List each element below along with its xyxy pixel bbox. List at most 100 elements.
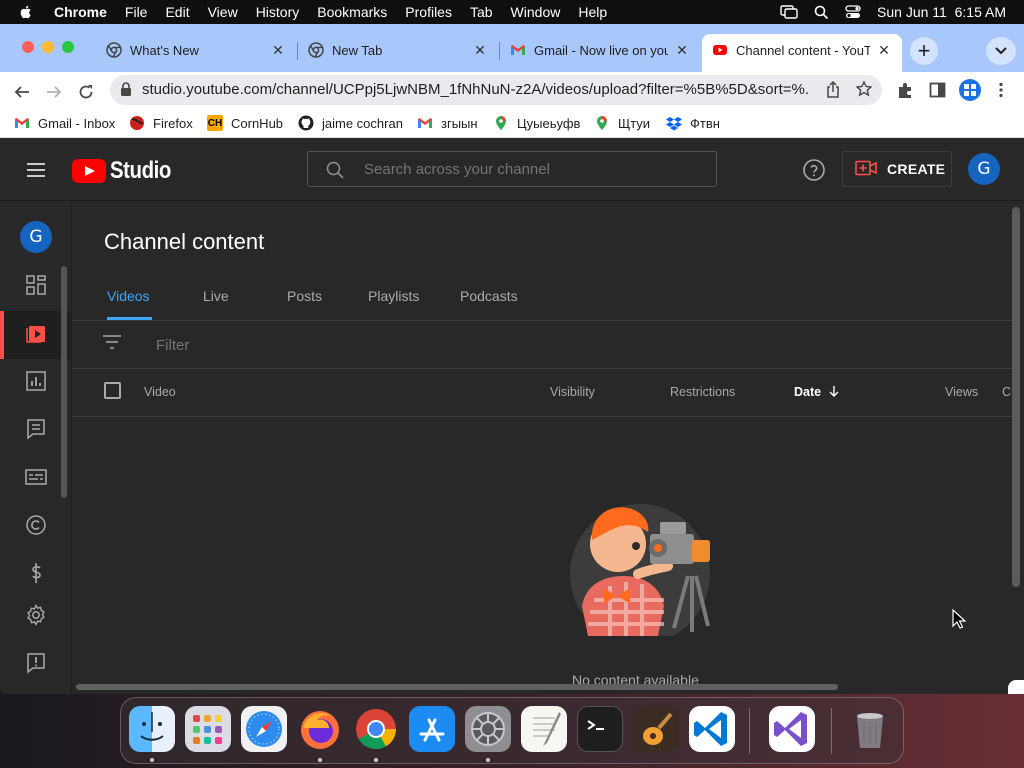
menu-history[interactable]: History [256,4,300,20]
create-button[interactable]: CREATE [842,151,952,187]
screen-mirroring-icon[interactable] [780,5,798,19]
menu-file[interactable]: File [125,4,148,20]
column-header-date[interactable]: Date [794,385,839,401]
finder-icon[interactable] [129,706,175,752]
menu-help[interactable]: Help [578,4,607,20]
extensions-puzzle-icon[interactable] [897,82,914,104]
bookmark-item[interactable]: згыын [417,115,478,131]
trash-icon[interactable] [847,706,893,752]
filter-input[interactable] [156,337,656,354]
bookmark-star-icon[interactable] [855,80,873,102]
sidebar-item-copyright[interactable] [0,503,72,551]
tab-search-button[interactable] [986,37,1016,65]
bookmark-item[interactable]: Firefox [129,115,193,131]
channel-content-main: Channel content Videos Live Posts Playli… [72,201,1024,694]
app-store-icon[interactable] [409,706,455,752]
textedit-icon[interactable] [521,706,567,752]
sidebar-item-earn[interactable] [0,551,72,599]
bookmark-item[interactable]: Щтуи [594,115,650,131]
tab-videos[interactable]: Videos [104,288,153,304]
sidebar-item-feedback[interactable] [0,641,72,689]
column-header-restrictions[interactable]: Restrictions [670,385,735,399]
filter-icon[interactable] [102,334,122,355]
dock-separator [831,708,832,754]
zoom-window-icon[interactable] [62,41,74,53]
tab-live[interactable]: Live [200,288,232,304]
settings-gear-icon [25,603,47,631]
column-header-visibility[interactable]: Visibility [550,385,595,399]
gmail-icon [14,115,30,131]
minimize-window-icon[interactable] [42,41,54,53]
tab-gmail[interactable]: Gmail - Now live on your ✕ [500,34,700,66]
gmail-icon [510,42,526,58]
help-icon[interactable] [802,158,826,182]
sidebar-item-settings[interactable] [0,593,72,641]
menu-view[interactable]: View [208,4,238,20]
hamburger-menu-icon[interactable] [24,158,48,182]
kebab-menu-icon[interactable] [998,82,1004,103]
apple-menu-icon[interactable] [18,4,34,20]
bookmark-item[interactable]: CH CornHub [207,115,283,131]
control-center-icon[interactable] [845,5,861,19]
studio-logo[interactable]: Studio [72,157,182,185]
menubar-clock[interactable]: Sun Jun 11 6:15 AM [877,4,1006,20]
profile-icon[interactable] [959,79,981,101]
bookmark-item[interactable]: Цуыеьуфв [493,115,580,131]
close-tab-icon[interactable]: ✕ [270,42,286,58]
tab-playlists[interactable]: Playlists [365,288,422,304]
lock-icon[interactable] [120,82,132,102]
menu-app-name[interactable]: Chrome [54,4,107,20]
bookmark-item[interactable]: jaime cochran [298,115,403,131]
column-header-comments[interactable]: C [1002,385,1011,399]
share-icon[interactable] [826,80,840,103]
bookmark-label: Gmail - Inbox [38,115,116,131]
garageband-icon[interactable] [633,706,679,752]
bookmark-item[interactable]: Фтвн [666,115,720,131]
column-header-views[interactable]: Views [945,385,978,399]
reload-icon[interactable] [74,80,98,104]
spotlight-icon[interactable] [814,5,829,20]
sidebar-scrollbar[interactable] [61,266,67,498]
tab-whats-new[interactable]: What's New ✕ [96,34,296,66]
tab-new-tab[interactable]: New Tab ✕ [298,34,498,66]
launchpad-icon[interactable] [185,706,231,752]
vscode-icon[interactable] [689,706,735,752]
chrome-icon[interactable] [353,706,399,752]
tab-podcasts[interactable]: Podcasts [457,288,521,304]
content-vertical-scrollbar[interactable] [1012,207,1020,587]
menu-edit[interactable]: Edit [165,4,189,20]
account-avatar[interactable]: G [968,153,1000,185]
mouse-cursor-icon [952,608,967,634]
channel-search-input[interactable] [364,160,704,178]
select-all-checkbox[interactable] [104,382,121,399]
close-window-icon[interactable] [22,41,34,53]
bookmark-label: jaime cochran [322,115,403,131]
back-arrow-icon[interactable] [10,80,34,104]
content-horizontal-scrollbar[interactable] [76,684,838,690]
visual-studio-icon[interactable] [769,706,815,752]
terminal-icon[interactable] [577,706,623,752]
channel-avatar[interactable]: G [20,221,52,253]
side-panel-icon[interactable] [929,82,946,103]
forward-arrow-icon[interactable] [42,80,66,104]
bookmark-label: згыын [441,115,478,131]
tab-posts[interactable]: Posts [284,288,325,304]
address-bar[interactable]: studio.youtube.com/channel/UCPpj5LjwNBM_… [110,75,882,105]
menu-tab[interactable]: Tab [470,4,493,20]
firefox-icon[interactable] [297,706,343,752]
menu-profiles[interactable]: Profiles [405,4,452,20]
channel-search-box[interactable] [307,151,717,187]
close-tab-icon[interactable]: ✕ [472,42,488,58]
bookmark-item[interactable]: Gmail - Inbox [14,115,115,131]
close-tab-icon[interactable]: ✕ [674,42,690,58]
safari-icon[interactable] [241,706,287,752]
earn-icon [25,562,47,589]
close-tab-icon[interactable]: ✕ [876,42,892,58]
running-indicator [374,758,378,762]
column-header-date-label: Date [794,385,822,399]
menu-bookmarks[interactable]: Bookmarks [317,4,387,20]
system-preferences-icon[interactable] [465,706,511,752]
new-tab-button[interactable]: + [910,37,938,65]
tab-channel-content[interactable]: Channel content - YouTu ✕ [702,34,902,72]
menu-window[interactable]: Window [511,4,561,20]
